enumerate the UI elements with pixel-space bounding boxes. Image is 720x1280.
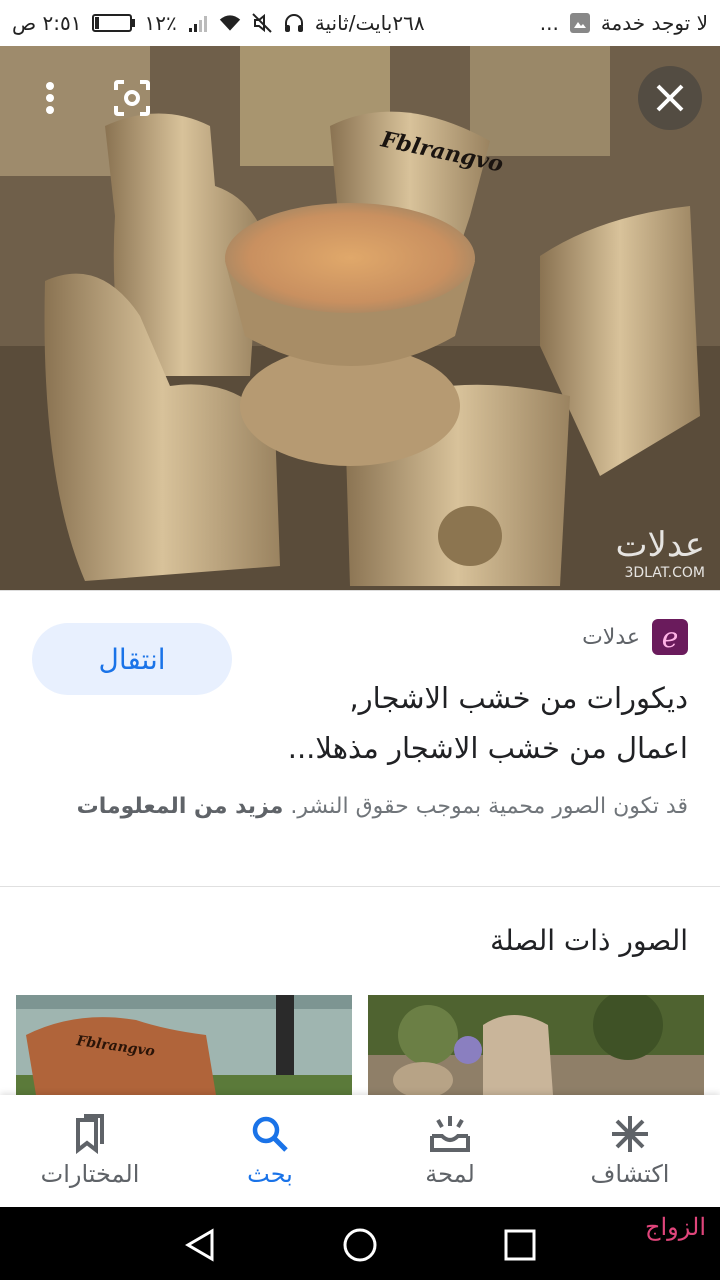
site-watermark: الزواج — [645, 1213, 706, 1241]
status-time: ٢:٥١ ص — [12, 11, 82, 35]
status-left: ٢:٥١ ص ١٢٪ ٢٦٨بايت/ثانية — [12, 11, 425, 35]
system-navigation-bar: الزواج — [0, 1207, 720, 1280]
back-triangle-icon — [185, 1228, 214, 1262]
home-button[interactable] — [340, 1225, 380, 1265]
more-info-link[interactable]: مزيد من المعلومات — [77, 794, 284, 819]
hero-image[interactable]: Fblrangvo عدلات 3DLAT.COM — [0, 46, 720, 590]
nav-discover-label: اكتشاف — [590, 1160, 670, 1188]
status-bar: ٢:٥١ ص ١٢٪ ٢٦٨بايت/ثانية ... لا توجد خدم… — [0, 0, 720, 46]
status-right: ... لا توجد خدمة — [540, 11, 708, 35]
title-line-2: اعمال من خشب الاشجار مذهلا... — [287, 731, 688, 765]
lens-search-button[interactable] — [100, 66, 164, 130]
recents-button[interactable] — [500, 1225, 540, 1265]
title-line-1: ديكورات من خشب الاشجار, — [349, 681, 688, 715]
nav-glance[interactable]: لمحة — [360, 1095, 540, 1207]
source-name: عدلات — [582, 624, 640, 650]
related-thumb-2[interactable]: Fblrangvo — [16, 995, 352, 1095]
close-button[interactable] — [638, 66, 702, 130]
result-title[interactable]: ديكورات من خشب الاشجار, اعمال من خشب الا… — [258, 673, 688, 773]
copyright-text: قد تكون الصور محمية بموجب حقوق النشر. — [290, 794, 688, 819]
result-info: e عدلات انتقال ديكورات من خشب الاشجار, ا… — [0, 590, 720, 886]
carved-chair-photo: Fblrangvo — [16, 995, 352, 1095]
nav-search[interactable]: بحث — [180, 1095, 360, 1207]
back-button[interactable] — [180, 1225, 220, 1265]
divider — [0, 886, 720, 887]
nav-discover[interactable]: اكتشاف — [540, 1095, 720, 1207]
bottom-navigation: اكتشاف لمحة بحث المختارات — [0, 1095, 720, 1207]
wifi-icon — [219, 12, 241, 34]
visit-button[interactable]: انتقال — [32, 623, 232, 695]
headphones-icon — [283, 12, 305, 34]
nav-glance-label: لمحة — [425, 1160, 475, 1188]
data-speed: ٢٦٨بايت/ثانية — [314, 11, 425, 35]
collections-icon — [76, 1114, 104, 1154]
signal-icon — [187, 12, 209, 34]
recents-square-icon — [504, 1229, 536, 1261]
home-circle-icon — [343, 1228, 377, 1262]
updates-tray-icon — [430, 1116, 470, 1152]
nav-search-label: بحث — [247, 1160, 293, 1188]
related-images-title: الصور ذات الصلة — [490, 924, 688, 957]
lens-icon — [114, 80, 150, 116]
svg-text:3DLAT.COM: 3DLAT.COM — [624, 565, 705, 581]
gallery-notification-icon — [569, 12, 591, 34]
carrier-text: لا توجد خدمة — [600, 11, 708, 35]
svg-text:عدلات: عدلات — [615, 525, 705, 565]
related-thumb-1[interactable] — [368, 995, 704, 1095]
status-more: ... — [539, 11, 559, 35]
source-row[interactable]: e عدلات — [582, 619, 688, 655]
more-options-button[interactable] — [18, 66, 82, 130]
mute-icon — [251, 12, 273, 34]
nav-favorites-label: المختارات — [40, 1160, 140, 1188]
close-icon — [656, 84, 684, 112]
search-icon — [252, 1116, 288, 1152]
battery-percent: ١٢٪ — [144, 11, 177, 35]
asterisk-icon — [612, 1116, 648, 1152]
garden-chair-photo — [368, 995, 704, 1095]
nav-favorites[interactable]: المختارات — [0, 1095, 180, 1207]
site-favicon: e — [652, 619, 688, 655]
more-vert-icon — [46, 82, 54, 114]
battery-icon — [91, 14, 135, 32]
copyright-notice: قد تكون الصور محمية بموجب حقوق النشر. مز… — [32, 789, 688, 825]
wooden-furniture-photo: Fblrangvo عدلات 3DLAT.COM — [0, 46, 720, 590]
